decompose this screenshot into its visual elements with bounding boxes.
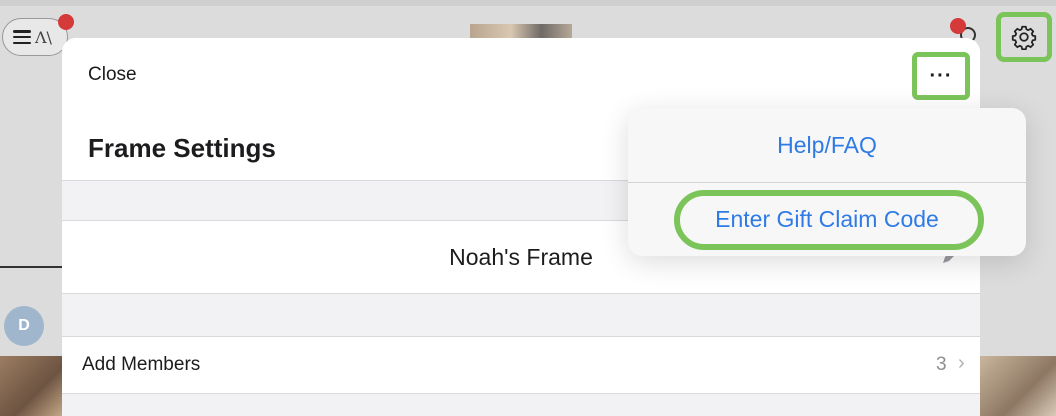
divider xyxy=(62,393,980,394)
highlight-ring xyxy=(674,190,984,250)
notification-dot-2 xyxy=(950,18,966,34)
menu-icon xyxy=(13,30,31,44)
page-title: Frame Settings xyxy=(88,133,276,163)
add-members-label: Add Members xyxy=(82,354,201,375)
gear-icon xyxy=(1011,25,1037,50)
avatar[interactable]: D xyxy=(4,306,44,346)
divider xyxy=(62,336,980,337)
options-popover-menu: Help/FAQ Enter Gift Claim Code xyxy=(628,108,1026,256)
add-members-row[interactable]: Add Members 3 › xyxy=(62,336,980,394)
more-options-button[interactable]: ··· xyxy=(912,52,970,100)
more-icon: ··· xyxy=(929,65,953,87)
top-bar-line xyxy=(0,0,1056,6)
photo-thumbnail-left xyxy=(0,356,62,416)
chevron-right-icon: › xyxy=(958,352,965,374)
notification-dot xyxy=(58,14,74,30)
app-logo: Λ\ xyxy=(35,27,52,47)
photo-thumbnail-right xyxy=(980,356,1056,416)
divider xyxy=(62,293,980,294)
background-divider xyxy=(0,266,62,268)
settings-button[interactable] xyxy=(996,12,1052,62)
members-count: 3 xyxy=(936,354,947,375)
close-button[interactable]: Close xyxy=(88,64,137,86)
menu-item-help-faq[interactable]: Help/FAQ xyxy=(628,108,1026,182)
